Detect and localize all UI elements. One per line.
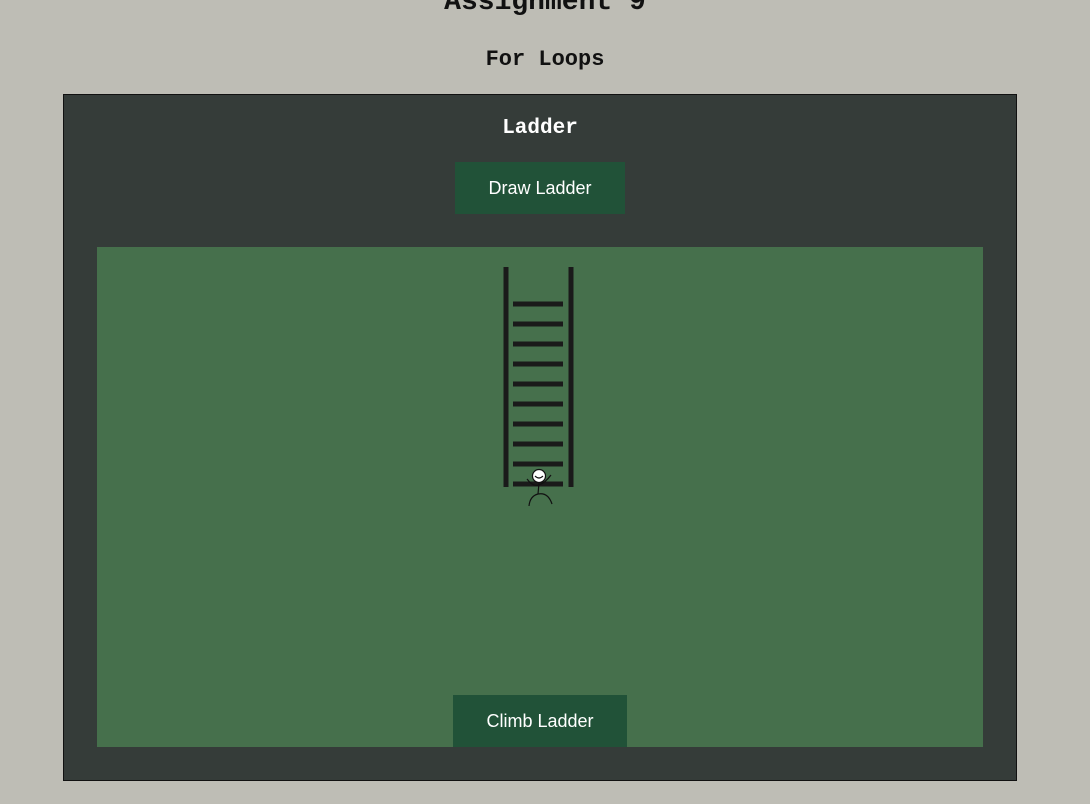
draw-ladder-button[interactable]: Draw Ladder <box>455 162 625 214</box>
page-title: Assignment 9 <box>444 0 646 18</box>
ladder-stage: Climb Ladder <box>97 247 983 747</box>
page-subtitle: For Loops <box>485 47 605 72</box>
ladder-canvas <box>503 267 574 507</box>
ladder-rungs <box>513 301 563 487</box>
panel-title: Ladder <box>502 117 578 140</box>
climb-ladder-button[interactable]: Climb Ladder <box>453 695 627 747</box>
ladder-panel: Ladder Draw Ladder Climb Ladder <box>63 94 1017 781</box>
stick-figure-climber <box>526 468 553 507</box>
